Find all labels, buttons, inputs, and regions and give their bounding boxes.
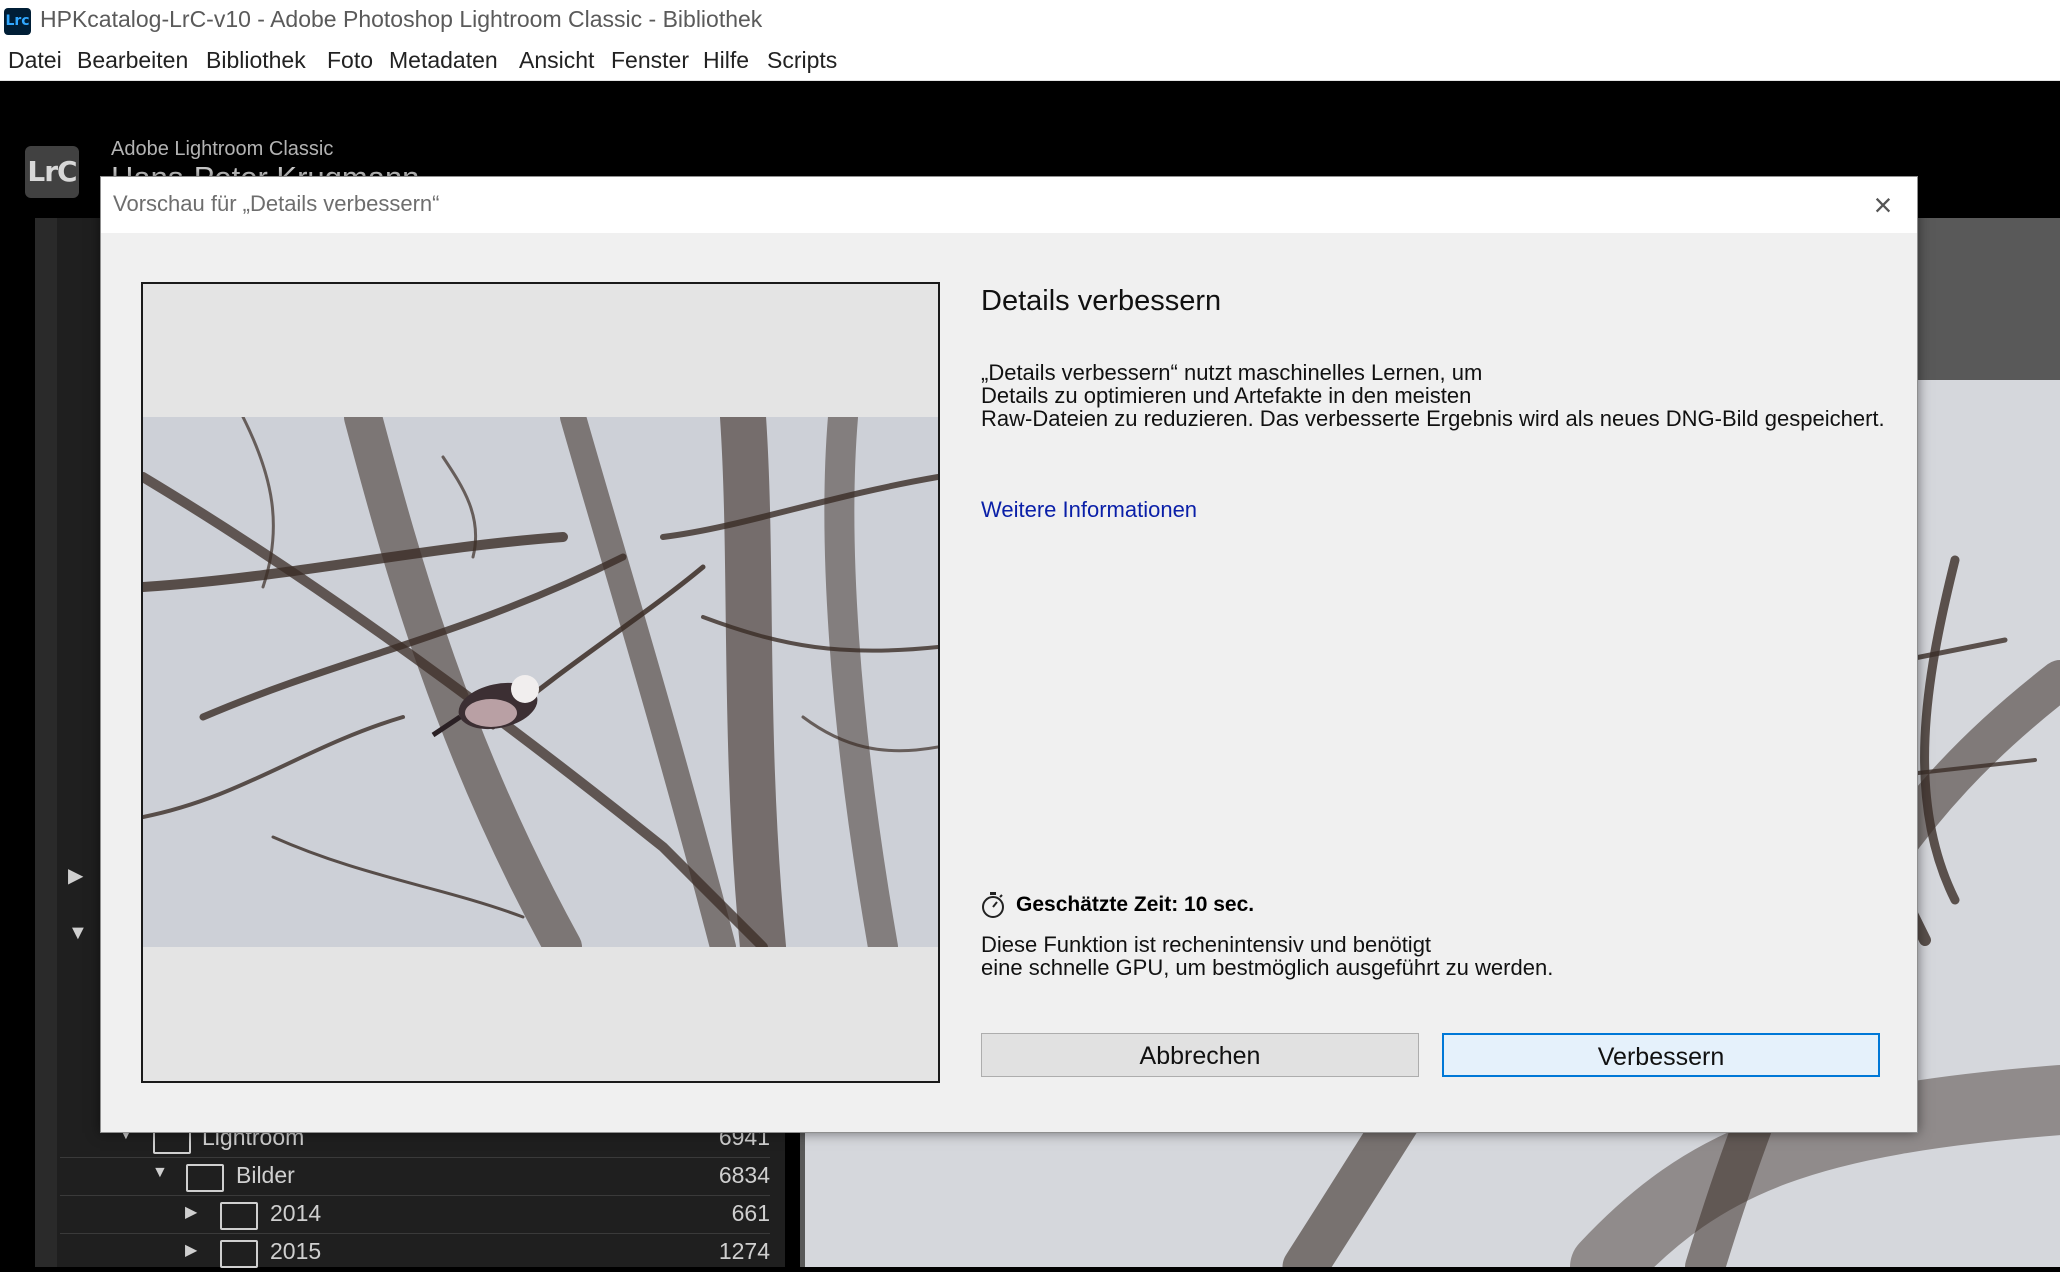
stopwatch-icon [982,892,1004,918]
preview-photo [143,417,938,947]
preview-frame [141,282,940,1083]
folder-icon [186,1164,224,1192]
menu-datei[interactable]: Datei [8,47,62,74]
enhance-details-dialog: Vorschau für „Details verbessern“ × Deta… [100,176,1918,1133]
menu-fenster[interactable]: Fenster [611,47,689,74]
menu-bar: Datei Bearbeiten Bibliothek Foto Metadat… [0,40,2060,81]
folder-name: 2015 [270,1238,322,1264]
lightroom-logo: LrC [25,146,79,198]
menu-bearbeiten[interactable]: Bearbeiten [77,47,188,74]
more-info-link[interactable]: Weitere Informationen [981,497,1197,523]
folder-icon [220,1240,258,1268]
dialog-heading: Details verbessern [981,285,1222,317]
enhance-button[interactable]: Verbessern [1442,1033,1880,1077]
folder-name: 2014 [270,1200,322,1226]
panel-expand-icon[interactable]: ▼ [68,922,88,945]
folder-count: 661 [731,1200,770,1226]
dialog-title: Vorschau für „Details verbessern“ [113,191,440,216]
description-line: Raw-Dateien zu reduzieren. Das verbesser… [981,406,1885,431]
menu-hilfe[interactable]: Hilfe [703,47,749,74]
menu-foto[interactable]: Foto [327,47,373,74]
collapsed-triangle-icon[interactable]: ▶ [185,1240,197,1260]
folder-name: Bilder [236,1162,295,1188]
folder-count: 6834 [718,1162,770,1188]
row-divider [60,1233,770,1234]
folder-icon [220,1202,258,1230]
gpu-note-line: eine schnelle GPU, um bestmöglich ausgef… [981,955,1554,980]
panel-collapse-icon[interactable]: ▶ [68,863,83,888]
menu-scripts[interactable]: Scripts [767,47,837,74]
cancel-button[interactable]: Abbrechen [981,1033,1419,1077]
menu-ansicht[interactable]: Ansicht [519,47,594,74]
folder-row-bilder[interactable]: ▼ Bilder 6834 [60,1160,770,1196]
window-title-bar: Lrc HPKcatalog-LrC-v10 - Adobe Photoshop… [0,0,2060,40]
expand-triangle-icon[interactable]: ▼ [152,1164,168,1182]
menu-bibliothek[interactable]: Bibliothek [206,47,306,74]
dialog-title-bar: Vorschau für „Details verbessern“ × [101,177,1917,233]
menu-metadaten[interactable]: Metadaten [389,47,498,74]
row-divider [60,1195,770,1196]
left-panel-edge[interactable] [35,218,57,1267]
collapsed-triangle-icon[interactable]: ▶ [185,1202,197,1222]
close-icon[interactable]: × [1867,189,1899,221]
folder-row-2014[interactable]: ▶ 2014 661 [60,1198,770,1234]
app-icon: Lrc [4,8,31,35]
estimated-time: Geschätzte Zeit: 10 sec. [1016,893,1255,916]
window-title: HPKcatalog-LrC-v10 - Adobe Photoshop Lig… [40,6,763,32]
lightroom-app-name: Adobe Lightroom Classic [111,138,334,160]
row-divider [60,1157,770,1158]
folder-count: 1274 [718,1238,770,1264]
